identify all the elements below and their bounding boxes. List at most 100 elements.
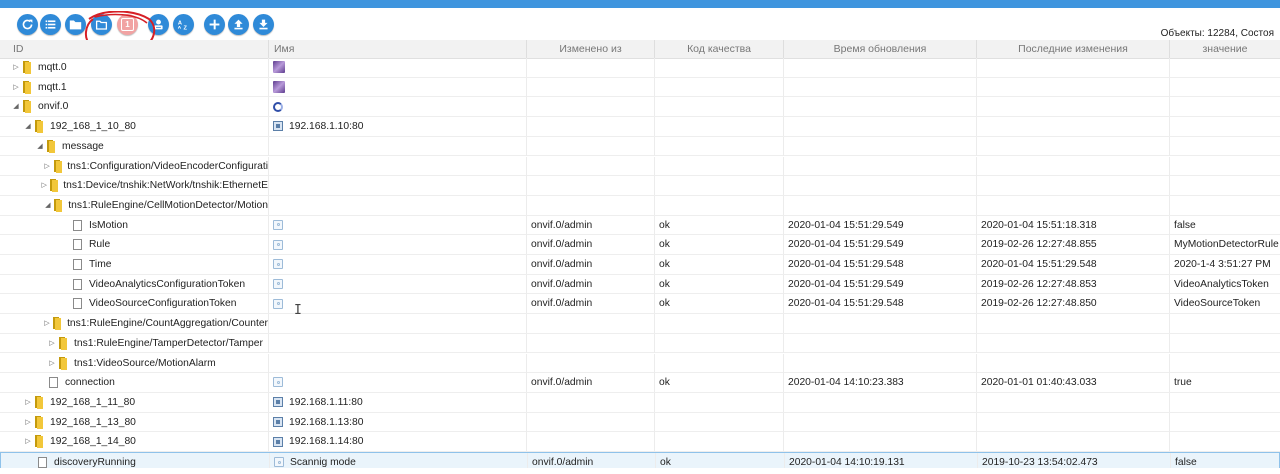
id-cell: IsMotion [8, 215, 269, 235]
table-row[interactable]: Rule onvif.0/admin ok 2020-01-04 15:51:29.5… [0, 235, 1280, 255]
column-header-value[interactable]: значение [1170, 40, 1280, 58]
id-cell: ▷ tns1:Configuration/VideoEncoderConfigur… [8, 156, 269, 176]
expand-arrow-right-icon[interactable]: ▷ [11, 58, 21, 77]
lc-value: 2019-02-26 12:27:48.853 [981, 278, 1097, 290]
expand-arrow-right-icon[interactable]: ▷ [11, 78, 21, 97]
mqtt-icon [273, 61, 285, 74]
refresh-button[interactable] [17, 14, 38, 35]
table-row[interactable]: ▷ 192_168_1_11_80 192.168.1.11:80 [0, 392, 1280, 413]
expand-arrow-down-icon[interactable]: ◢ [35, 137, 45, 156]
cell-value [1170, 196, 1280, 215]
column-header-changed-from[interactable]: Изменено из [527, 40, 655, 58]
folder-icon [57, 336, 68, 350]
cell-from [527, 136, 655, 156]
cell-ts [784, 392, 977, 412]
column-header-id[interactable]: ID [8, 40, 269, 58]
svg-text:Z: Z [184, 25, 188, 31]
id-cell: ▷ tns1:Device/tnshik:NetWork/tnshik:Ether… [8, 176, 269, 196]
id-cell: Time [8, 255, 269, 274]
object-name-label: Scannig mode [290, 457, 356, 468]
filter-count-button[interactable]: 1 [117, 14, 138, 35]
table-row[interactable]: ▷ tns1:VideoSource/MotionAlarm [0, 353, 1280, 374]
table-row[interactable]: ▷ tns1:Device/tnshik:NetWork/tnshik:Ether… [0, 176, 1280, 196]
expand-arrow-right-icon[interactable]: ▷ [42, 314, 51, 333]
table-row[interactable]: VideoSourceConfigurationToken onvif.0/adm… [0, 294, 1280, 315]
expand-arrow-down-icon[interactable]: ◢ [23, 117, 33, 136]
expand-arrow-right-icon[interactable]: ▷ [23, 432, 33, 451]
id-cell: ▷ 192_168_1_14_80 [8, 432, 269, 452]
download-button[interactable] [253, 14, 274, 35]
table-row[interactable]: ▷ tns1:Configuration/VideoEncoderConfigur… [0, 156, 1280, 177]
cell-lc [977, 58, 1170, 77]
id-cell: ▷ 192_168_1_13_80 [8, 412, 269, 432]
list-view-button[interactable] [40, 14, 61, 35]
folder-tree-button[interactable] [91, 14, 112, 35]
table-row[interactable]: ▷ mqtt.1 [0, 77, 1280, 98]
expand-arrow-right-icon[interactable]: ▷ [47, 354, 57, 373]
sort-az-icon: AZ [178, 21, 188, 32]
id-cell: ▷ tns1:VideoSource/MotionAlarm [8, 353, 269, 373]
folder-icon [33, 120, 44, 134]
device-icon [273, 436, 283, 447]
table-row[interactable]: ▷ mqtt.0 [0, 58, 1280, 78]
cell-lc [977, 156, 1170, 176]
folder-view-button[interactable] [65, 14, 86, 35]
cell-quality: ok [655, 274, 784, 294]
cell-ts [784, 58, 977, 77]
object-id-label: tns1:RuleEngine/CellMotionDetector/Motio… [68, 199, 269, 211]
sort-az-button[interactable]: AZ [173, 14, 194, 35]
column-header-name[interactable]: Имя [269, 40, 527, 58]
table-row[interactable]: VideoAnalyticsConfigurationToken onvif.0/… [0, 274, 1280, 295]
cell-name [269, 353, 527, 373]
cell-from [527, 333, 655, 353]
table-row[interactable]: ◢ 192_168_1_10_80 192.168.1.10:80 [0, 117, 1280, 137]
column-header-last-change[interactable]: Последние изменения [977, 40, 1170, 58]
table-row[interactable]: ▷ tns1:RuleEngine/TamperDetector/Tamper [0, 333, 1280, 354]
id-cell: ◢ message [8, 136, 269, 156]
cell-value: VideoSourceToken [1170, 294, 1280, 313]
table-row[interactable]: ▷ 192_168_1_13_80 192.168.1.13:80 [0, 412, 1280, 433]
table-row[interactable]: Time onvif.0/admin ok 2020-01-04 15:51:29.5… [0, 255, 1280, 275]
upload-button[interactable] [228, 14, 249, 35]
cell-value [1170, 334, 1280, 353]
table-row[interactable]: connection onvif.0/admin ok 2020-01-04 14:1… [0, 373, 1280, 393]
object-name-label: 192.168.1.13:80 [289, 416, 364, 428]
cell-name [269, 176, 527, 196]
table-row[interactable]: ◢ onvif.0 [0, 97, 1280, 118]
table-row[interactable]: ▷ 192_168_1_14_80 192.168.1.14:80 [0, 432, 1280, 452]
plus-icon [209, 19, 220, 30]
expand-arrow-right-icon[interactable]: ▷ [40, 176, 48, 195]
role-button[interactable] [148, 14, 169, 35]
table-row[interactable]: ◢ tns1:RuleEngine/CellMotionDetector/Moti… [0, 195, 1280, 216]
state-file-icon [73, 298, 82, 310]
column-header-quality[interactable]: Код качества [655, 40, 784, 58]
expand-arrow-down-icon[interactable]: ◢ [11, 97, 21, 116]
cell-from [527, 176, 655, 196]
table-row[interactable]: IsMotion onvif.0/admin ok 2020-01-04 15:51:… [0, 215, 1280, 236]
expand-arrow-down-icon[interactable]: ◢ [43, 196, 52, 215]
expand-arrow-right-icon[interactable]: ▷ [23, 393, 33, 412]
cell-ts [784, 176, 977, 196]
folder-icon [57, 356, 68, 370]
expand-arrow-right-icon[interactable]: ▷ [43, 157, 52, 176]
cell-value [1170, 432, 1280, 451]
lc-value: 2019-02-26 12:27:48.850 [981, 298, 1097, 310]
cell-lc [977, 176, 1170, 196]
column-header-update-time[interactable]: Время обновления [784, 40, 977, 58]
cell-ts [784, 314, 977, 334]
table-row[interactable]: ▷ tns1:RuleEngine/CountAggregation/Counte… [0, 314, 1280, 334]
expand-arrow-right-icon[interactable]: ▷ [23, 413, 33, 432]
cell-quality [655, 156, 784, 176]
lc-value: 2019-10-23 13:54:02.473 [982, 457, 1098, 468]
table-row[interactable]: ◢ message [0, 136, 1280, 157]
expand-arrow-right-icon[interactable]: ▷ [47, 334, 57, 353]
state-icon [273, 278, 283, 289]
object-name-label: 192.168.1.11:80 [289, 396, 363, 408]
cell-ts: 2020-01-04 14:10:23.383 [784, 373, 977, 393]
cell-value [1170, 157, 1280, 176]
value-value: VideoAnalyticsToken [1174, 278, 1269, 290]
cell-lc [977, 333, 1170, 353]
add-button[interactable] [204, 14, 225, 35]
cell-quality: ok [655, 294, 784, 314]
cell-name [269, 156, 527, 176]
